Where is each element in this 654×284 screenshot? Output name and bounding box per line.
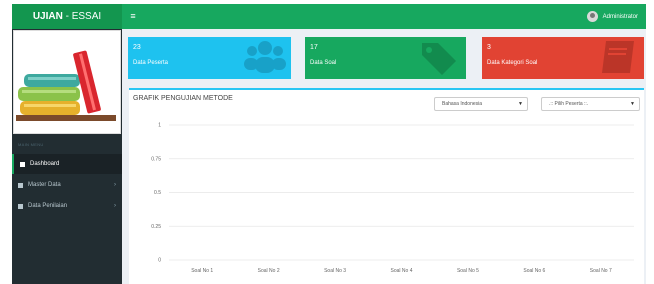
user-menu[interactable]: Administrator	[586, 4, 638, 29]
sidebar-section-header: MAIN MENU	[18, 142, 44, 147]
info-box-label: Data Soal	[310, 60, 337, 66]
info-box-count: 17	[310, 44, 318, 51]
info-box-label: Data Peserta	[133, 60, 169, 66]
brand-rest: - ESSAI	[62, 11, 102, 22]
table-icon	[18, 182, 23, 188]
user-name: Administrator	[602, 13, 638, 20]
table-icon	[18, 203, 23, 209]
sidebar-item-master-data[interactable]: Master Data ›	[12, 175, 122, 195]
chevron-right-icon: ›	[114, 203, 116, 209]
x-tick-label: Soal No 2	[258, 268, 280, 274]
sidebar-item-label: Dashboard	[30, 161, 60, 167]
info-box-count: 3	[487, 44, 491, 51]
app-frame: UJIAN - ESSAI ≡ Administrator MAIN MENU	[12, 4, 646, 284]
y-tick-label: 0.5	[154, 190, 161, 196]
y-tick-label: 1	[158, 123, 161, 129]
x-tick-label: Soal No 7	[590, 268, 612, 274]
users-icon	[244, 41, 286, 73]
info-box-kategori[interactable]: 3 Data Kategori Soal	[482, 37, 644, 79]
x-tick-label: Soal No 4	[391, 268, 413, 274]
book-icon	[602, 41, 634, 73]
x-tick-label: Soal No 1	[191, 268, 213, 274]
line-chart: 1 0.75 0.5 0.25 0 Soal No 1 Soal No 2 Soal No 3…	[151, 123, 634, 274]
chart-panel: GRAFIK PENGUJIAN METODE Bahasa Indonesia…	[129, 88, 644, 284]
hamburger-icon[interactable]: ≡	[126, 4, 140, 29]
x-tick-label: Soal No 5	[457, 268, 479, 274]
info-box-label: Data Kategori Soal	[487, 60, 538, 66]
x-tick-label: Soal No 3	[324, 268, 346, 274]
sidebar-item-label: Master Data	[28, 182, 61, 188]
books-illustration	[13, 30, 121, 134]
brand-bold: UJIAN	[32, 11, 63, 22]
x-tick-label: Soal No 6	[523, 268, 545, 274]
sidebar-item-dashboard[interactable]: Dashboard	[12, 154, 122, 174]
tags-icon	[422, 43, 456, 75]
y-tick-label: 0.75	[151, 156, 161, 162]
user-avatar-icon	[586, 11, 598, 22]
info-box-count: 23	[133, 44, 141, 51]
home-icon	[20, 161, 25, 167]
sidebar-item-label: Data Penilaian	[28, 203, 68, 209]
info-box-peserta[interactable]: 23 Data Peserta	[128, 37, 291, 79]
info-box-soal[interactable]: 17 Data Soal	[305, 37, 466, 79]
app-logo[interactable]: UJIAN - ESSAI	[12, 4, 122, 29]
y-tick-label: 0	[158, 258, 161, 264]
top-header: UJIAN - ESSAI ≡ Administrator	[12, 4, 646, 29]
sidebar: MAIN MENU Dashboard Master Data › Data P…	[12, 29, 122, 284]
sidebar-item-data-penilaian[interactable]: Data Penilaian ›	[12, 196, 122, 216]
y-tick-label: 0.25	[151, 224, 161, 230]
chevron-right-icon: ›	[114, 182, 116, 188]
